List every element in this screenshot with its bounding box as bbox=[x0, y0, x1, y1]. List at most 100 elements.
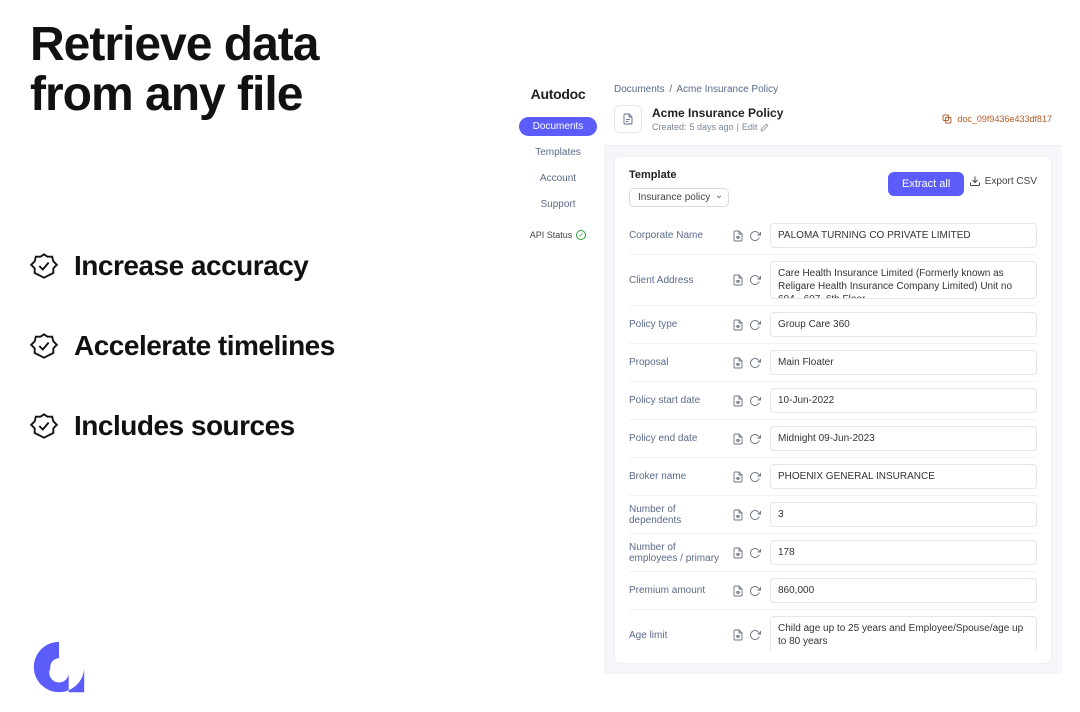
document-meta: Created: 5 days ago | Edit bbox=[652, 122, 931, 132]
document-title: Acme Insurance Policy bbox=[652, 106, 931, 120]
refresh-icon[interactable] bbox=[749, 319, 761, 331]
field-label: Policy start date bbox=[629, 388, 724, 413]
check-badge-icon bbox=[30, 252, 58, 280]
field-value-input[interactable] bbox=[770, 578, 1037, 603]
fields-list: Corporate Name Client Address Policy typ… bbox=[629, 217, 1037, 651]
edit-link[interactable]: Edit bbox=[742, 122, 758, 132]
field-value-input[interactable] bbox=[770, 312, 1037, 337]
benefit-accuracy: Increase accuracy bbox=[30, 250, 430, 282]
field-row: Policy end date bbox=[629, 420, 1037, 458]
check-badge-icon bbox=[30, 412, 58, 440]
field-row: Proposal bbox=[629, 344, 1037, 382]
refresh-icon[interactable] bbox=[749, 547, 761, 559]
field-row: Age limit bbox=[629, 610, 1037, 651]
field-label: Premium amount bbox=[629, 578, 724, 603]
field-label: Client Address bbox=[629, 261, 724, 299]
nav-documents[interactable]: Documents bbox=[519, 117, 598, 136]
field-value-input[interactable] bbox=[770, 426, 1037, 451]
benefit-text: Increase accuracy bbox=[74, 250, 308, 282]
field-label: Number of employees / primary bbox=[629, 540, 724, 565]
source-icon[interactable] bbox=[732, 433, 744, 445]
source-icon[interactable] bbox=[732, 319, 744, 331]
headline: Retrieve data from any file bbox=[30, 20, 500, 121]
copy-icon bbox=[941, 113, 953, 125]
nav-account[interactable]: Account bbox=[532, 169, 584, 188]
download-icon bbox=[969, 175, 981, 187]
brand-logo-icon bbox=[28, 636, 90, 698]
refresh-icon[interactable] bbox=[749, 585, 761, 597]
refresh-icon[interactable] bbox=[749, 395, 761, 407]
field-value-input[interactable] bbox=[770, 464, 1037, 489]
field-row: Number of dependents bbox=[629, 496, 1037, 534]
source-icon[interactable] bbox=[732, 274, 744, 286]
document-header: Acme Insurance Policy Created: 5 days ag… bbox=[604, 101, 1062, 146]
file-icon bbox=[622, 113, 634, 125]
marketing-headline: Retrieve data from any file bbox=[30, 20, 500, 121]
field-label: Policy end date bbox=[629, 426, 724, 451]
template-card: Template Insurance policy Extract all Ex… bbox=[614, 156, 1052, 664]
field-label: Age limit bbox=[629, 616, 724, 651]
refresh-icon[interactable] bbox=[749, 274, 761, 286]
field-label: Policy type bbox=[629, 312, 724, 337]
content-area: Template Insurance policy Extract all Ex… bbox=[604, 146, 1062, 674]
status-ok-icon: ✓ bbox=[576, 230, 586, 240]
breadcrumb: Documents / Acme Insurance Policy bbox=[604, 78, 1062, 101]
source-icon[interactable] bbox=[732, 230, 744, 242]
benefit-text: Accelerate timelines bbox=[74, 330, 335, 362]
app-title: Autodoc bbox=[518, 86, 598, 102]
template-heading: Template bbox=[629, 169, 729, 181]
field-row: Client Address bbox=[629, 255, 1037, 306]
field-label: Proposal bbox=[629, 350, 724, 375]
document-icon bbox=[614, 105, 642, 133]
document-id[interactable]: doc_09f9436e433df817 bbox=[941, 113, 1052, 125]
source-icon[interactable] bbox=[732, 547, 744, 559]
breadcrumb-root[interactable]: Documents bbox=[614, 84, 665, 95]
field-label: Broker name bbox=[629, 464, 724, 489]
refresh-icon[interactable] bbox=[749, 357, 761, 369]
app-panel: Autodoc Documents Templates Account Supp… bbox=[512, 78, 1062, 674]
benefit-sources: Includes sources bbox=[30, 410, 430, 442]
api-status-label: API Status bbox=[530, 230, 573, 240]
benefit-timelines: Accelerate timelines bbox=[30, 330, 430, 362]
pencil-icon[interactable] bbox=[760, 123, 769, 132]
nav-support[interactable]: Support bbox=[532, 195, 583, 214]
headline-line2: from any file bbox=[30, 68, 302, 121]
refresh-icon[interactable] bbox=[749, 629, 761, 641]
refresh-icon[interactable] bbox=[749, 509, 761, 521]
field-row: Number of employees / primary bbox=[629, 534, 1037, 572]
field-value-input[interactable] bbox=[770, 388, 1037, 413]
template-select[interactable]: Insurance policy bbox=[629, 188, 729, 207]
field-value-input[interactable] bbox=[770, 223, 1037, 248]
field-value-input[interactable] bbox=[770, 261, 1037, 299]
refresh-icon[interactable] bbox=[749, 230, 761, 242]
benefits-list: Increase accuracy Accelerate timelines I… bbox=[30, 250, 430, 490]
field-value-input[interactable] bbox=[770, 502, 1037, 527]
extract-all-button[interactable]: Extract all bbox=[888, 172, 964, 196]
field-value-input[interactable] bbox=[770, 350, 1037, 375]
breadcrumb-sep: / bbox=[669, 84, 672, 95]
field-row: Broker name bbox=[629, 458, 1037, 496]
breadcrumb-current: Acme Insurance Policy bbox=[676, 84, 778, 95]
source-icon[interactable] bbox=[732, 629, 744, 641]
refresh-icon[interactable] bbox=[749, 433, 761, 445]
field-row: Corporate Name bbox=[629, 217, 1037, 255]
field-row: Policy type bbox=[629, 306, 1037, 344]
field-label: Number of dependents bbox=[629, 502, 724, 527]
nav-templates[interactable]: Templates bbox=[527, 143, 589, 162]
export-csv-link[interactable]: Export CSV bbox=[969, 175, 1037, 187]
field-row: Policy start date bbox=[629, 382, 1037, 420]
sidebar: Autodoc Documents Templates Account Supp… bbox=[512, 78, 604, 674]
benefit-text: Includes sources bbox=[74, 410, 295, 442]
main-area: Documents / Acme Insurance Policy Acme I… bbox=[604, 78, 1062, 674]
source-icon[interactable] bbox=[732, 509, 744, 521]
source-icon[interactable] bbox=[732, 471, 744, 483]
field-value-input[interactable] bbox=[770, 540, 1037, 565]
refresh-icon[interactable] bbox=[749, 471, 761, 483]
source-icon[interactable] bbox=[732, 395, 744, 407]
source-icon[interactable] bbox=[732, 585, 744, 597]
field-row: Premium amount bbox=[629, 572, 1037, 610]
check-badge-icon bbox=[30, 332, 58, 360]
source-icon[interactable] bbox=[732, 357, 744, 369]
field-label: Corporate Name bbox=[629, 223, 724, 248]
field-value-input[interactable] bbox=[770, 616, 1037, 651]
